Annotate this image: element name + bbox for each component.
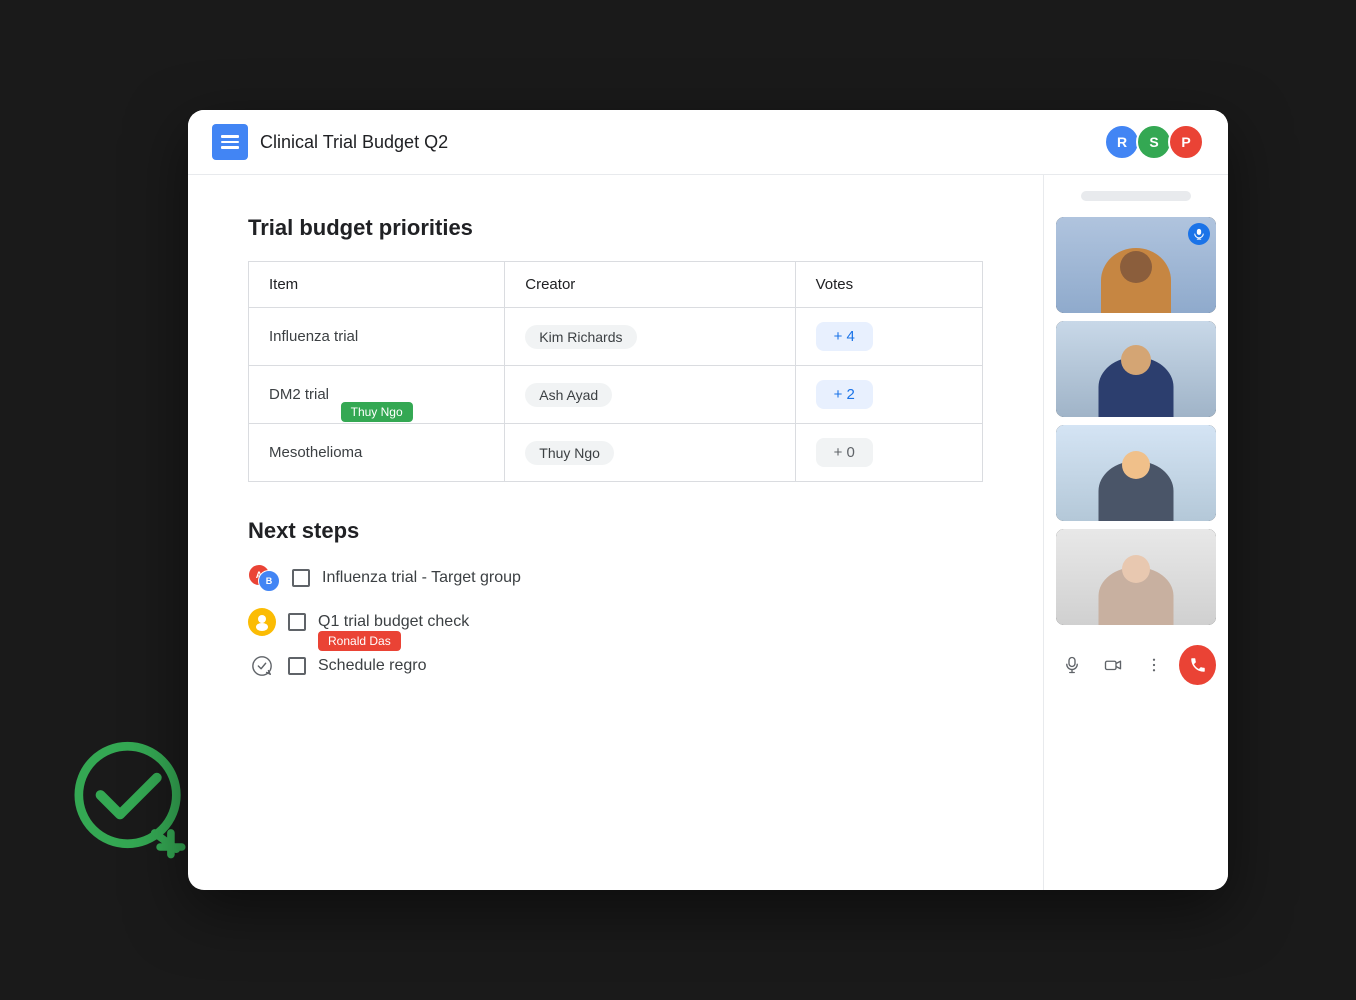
col-votes: Votes — [795, 262, 982, 308]
header-left: Clinical Trial Budget Q2 — [212, 124, 448, 160]
end-call-button[interactable] — [1179, 645, 1216, 685]
step-text-wrapper: Ronald Das Schedule regro — [318, 657, 427, 675]
participant-face-4 — [1056, 529, 1216, 625]
table-row: Thuy Ngo Mesothelioma Thuy Ngo + 0 — [249, 424, 983, 482]
creator-chip: Thuy Ngo — [525, 441, 614, 465]
header: Clinical Trial Budget Q2 R S P — [188, 110, 1228, 175]
col-item: Item — [249, 262, 505, 308]
row3-item-cell: Thuy Ngo Mesothelioma — [249, 424, 505, 482]
more-options-button[interactable] — [1138, 648, 1169, 682]
add-task-icon — [248, 652, 276, 680]
avatar-r[interactable]: R — [1104, 124, 1140, 160]
avatar-p[interactable]: P — [1168, 124, 1204, 160]
section1-heading: Trial budget priorities — [248, 215, 983, 241]
call-controls — [1056, 637, 1216, 693]
video-tile-4 — [1056, 529, 1216, 625]
list-item: Ronald Das Schedule regro — [248, 652, 983, 680]
row3-item: Mesothelioma — [269, 444, 362, 461]
video-tile-3 — [1056, 425, 1216, 521]
priorities-table: Item Creator Votes Influenza trial Kim R… — [248, 261, 983, 482]
list-item: A B Influenza trial - Target group — [248, 564, 983, 592]
vote-chip[interactable]: + 0 — [816, 438, 873, 467]
row2-creator: Ash Ayad — [505, 366, 795, 424]
avatar-s[interactable]: S — [1136, 124, 1172, 160]
camera-button[interactable] — [1097, 648, 1128, 682]
multi-avatar: A B — [248, 564, 280, 592]
doc-content: Trial budget priorities Item Creator Vot… — [188, 175, 1043, 890]
section2-heading: Next steps — [248, 518, 983, 544]
doc-icon-lines — [221, 135, 239, 149]
avatar-2: B — [258, 570, 280, 592]
checkbox[interactable] — [292, 569, 310, 587]
step-text: Q1 trial budget check — [318, 613, 469, 631]
step-text: Schedule regro — [318, 657, 427, 675]
content-area: Trial budget priorities Item Creator Vot… — [188, 175, 1228, 890]
video-tile-1 — [1056, 217, 1216, 313]
single-avatar — [248, 608, 276, 636]
mic-active-badge — [1188, 223, 1210, 245]
vote-chip[interactable]: + 4 — [816, 322, 873, 351]
check-complete-icon — [68, 730, 198, 860]
mic-button[interactable] — [1056, 648, 1087, 682]
vote-chip[interactable]: + 2 — [816, 380, 873, 409]
video-search-bar — [1081, 191, 1191, 201]
row3-creator: Thuy Ngo — [505, 424, 795, 482]
participant-face-2 — [1056, 321, 1216, 417]
participant-face-3 — [1056, 425, 1216, 521]
table-row: Influenza trial Kim Richards + 4 — [249, 308, 983, 366]
avatar-group: R S P — [1108, 124, 1204, 160]
creator-chip: Kim Richards — [525, 325, 636, 349]
row1-votes: + 4 — [795, 308, 982, 366]
creator-chip: Ash Ayad — [525, 383, 612, 407]
step-text: Influenza trial - Target group — [322, 569, 521, 587]
checkbox[interactable] — [288, 613, 306, 631]
video-tile-2 — [1056, 321, 1216, 417]
next-steps-list: A B Influenza trial - Target group — [248, 564, 983, 680]
video-panel — [1043, 175, 1228, 890]
row1-item: Influenza trial — [249, 308, 505, 366]
doc-icon — [212, 124, 248, 160]
col-creator: Creator — [505, 262, 795, 308]
checkbox[interactable] — [288, 657, 306, 675]
ronald-das-tooltip: Ronald Das — [318, 631, 401, 651]
thuy-ngo-tooltip: Thuy Ngo — [341, 402, 413, 422]
header-title: Clinical Trial Budget Q2 — [260, 132, 448, 153]
row2-votes: + 2 — [795, 366, 982, 424]
main-window: Clinical Trial Budget Q2 R S P Trial bud… — [188, 110, 1228, 890]
row3-votes: + 0 — [795, 424, 982, 482]
row1-creator: Kim Richards — [505, 308, 795, 366]
